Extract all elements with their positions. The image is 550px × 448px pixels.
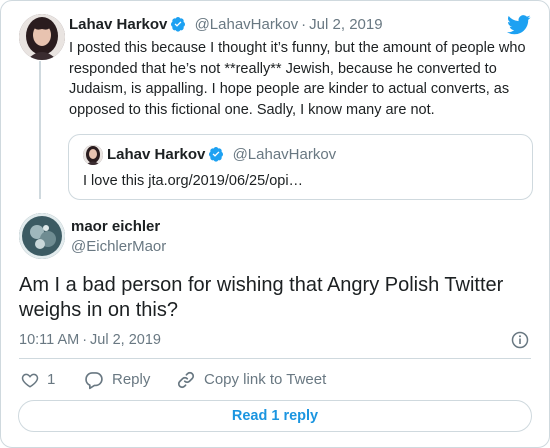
- link-icon: [177, 371, 195, 389]
- like-button[interactable]: 1: [21, 369, 55, 391]
- verified-badge-icon: [208, 146, 224, 168]
- quoted-tweet-text: I love this jta.org/2019/06/25/opi…: [83, 173, 304, 189]
- read-replies-button[interactable]: Read 1 reply: [18, 400, 532, 432]
- author-handle[interactable]: @EichlerMaor: [71, 237, 166, 257]
- parent-tweet-date[interactable]: Jul 2, 2019: [309, 16, 382, 33]
- reply-button[interactable]: Reply: [84, 369, 150, 391]
- heart-icon: [21, 373, 39, 388]
- parent-tweet-header: Lahav Harkov @LahavHarkov · Jul 2, 2019: [69, 15, 383, 38]
- twitter-bird-icon[interactable]: [507, 15, 531, 40]
- parent-author-handle[interactable]: @LahavHarkov: [195, 16, 299, 33]
- tweet-time: 10:11 AM: [19, 332, 80, 348]
- verified-badge-icon: [170, 16, 186, 38]
- tweet-text: Am I a bad person for wishing that Angry…: [19, 274, 504, 321]
- like-count: 1: [47, 371, 56, 388]
- quoted-tweet[interactable]: Lahav Harkov @LahavHarkov I love this jt…: [68, 134, 533, 200]
- quoted-author-avatar: [83, 145, 103, 165]
- tweet-timestamp[interactable]: 10:11 AM · Jul 2, 2019: [19, 330, 161, 350]
- separator-dot: ·: [301, 16, 307, 33]
- parent-tweet-text: I posted this because I thought it’s fun…: [69, 40, 526, 118]
- divider: [19, 358, 531, 359]
- author-avatar[interactable]: [19, 213, 65, 259]
- quoted-author-name: Lahav Harkov: [107, 146, 206, 163]
- parent-author-name[interactable]: Lahav Harkov: [69, 16, 167, 33]
- separator-dot: ·: [82, 332, 88, 348]
- tweet-embed-card: Lahav Harkov @LahavHarkov · Jul 2, 2019 I …: [0, 0, 550, 448]
- info-icon[interactable]: [511, 331, 529, 354]
- reply-label: Reply: [112, 371, 151, 388]
- copy-link-label: Copy link to Tweet: [204, 371, 327, 388]
- quoted-tweet-header: Lahav Harkov @LahavHarkov: [107, 145, 336, 168]
- parent-author-avatar[interactable]: [19, 14, 65, 60]
- reply-icon: [85, 372, 103, 390]
- quoted-author-handle: @LahavHarkov: [232, 146, 337, 163]
- author-name[interactable]: maor eichler: [71, 217, 160, 237]
- thread-connector-line: [39, 61, 41, 199]
- copy-link-button[interactable]: Copy link to Tweet: [176, 369, 326, 391]
- tweet-date: Jul 2, 2019: [90, 332, 161, 348]
